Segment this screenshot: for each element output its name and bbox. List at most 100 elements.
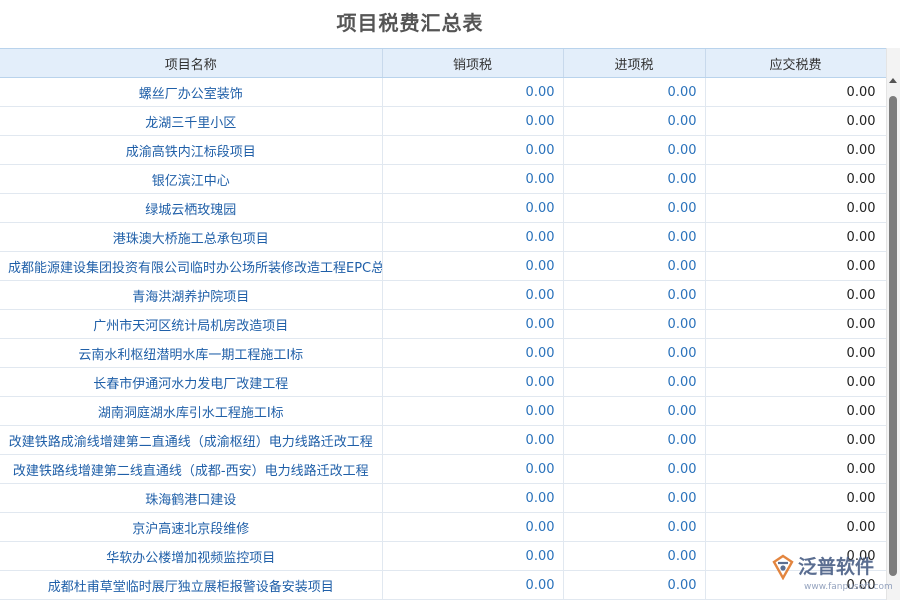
fanpu-logo-icon [770,554,796,580]
project-name-cell[interactable]: 华软办公楼增加视频监控项目 [0,542,382,571]
output-tax-cell: 0.00 [382,223,563,252]
vertical-scrollbar[interactable] [886,48,900,600]
column-header-project-name[interactable]: 项目名称 [0,49,382,78]
tax-payable-cell: 0.00 [705,455,886,484]
tax-payable-cell: 0.00 [705,484,886,513]
project-name-cell[interactable]: 港珠澳大桥施工总承包项目 [0,223,382,252]
table-row[interactable]: 珠海鹤港口建设0.000.000.00 [0,484,886,513]
input-tax-cell: 0.00 [563,165,705,194]
tax-payable-cell: 0.00 [705,136,886,165]
table-row[interactable]: 成都杜甫草堂临时展厅独立展柜报警设备安装项目0.000.000.00 [0,571,886,600]
output-tax-cell: 0.00 [382,368,563,397]
table-row[interactable]: 绿城云栖玫瑰园0.000.000.00 [0,194,886,223]
table-row[interactable]: 湖南洞庭湖水库引水工程施工I标0.000.000.00 [0,397,886,426]
input-tax-cell: 0.00 [563,78,705,107]
output-tax-cell: 0.00 [382,78,563,107]
tax-payable-cell: 0.00 [705,194,886,223]
tax-payable-cell: 0.00 [705,310,886,339]
input-tax-cell: 0.00 [563,194,705,223]
output-tax-cell: 0.00 [382,165,563,194]
page-title: 项目税费汇总表 [0,0,820,46]
project-name-cell[interactable]: 绿城云栖玫瑰园 [0,194,382,223]
report-page: 项目税费汇总表 项目名称 销项税 进项税 应交税费 螺丝厂办公室装饰0.000.… [0,0,900,600]
table-body: 螺丝厂办公室装饰0.000.000.00龙湖三千里小区0.000.000.00成… [0,78,886,600]
output-tax-cell: 0.00 [382,194,563,223]
output-tax-cell: 0.00 [382,339,563,368]
output-tax-cell: 0.00 [382,310,563,339]
input-tax-cell: 0.00 [563,281,705,310]
output-tax-cell: 0.00 [382,252,563,281]
project-name-cell[interactable]: 改建铁路线增建第二线直通线（成都-西安）电力线路迁改工程 [0,455,382,484]
output-tax-cell: 0.00 [382,484,563,513]
output-tax-cell: 0.00 [382,281,563,310]
table-header: 项目名称 销项税 进项税 应交税费 [0,49,886,78]
table-row[interactable]: 改建铁路线增建第二线直通线（成都-西安）电力线路迁改工程0.000.000.00 [0,455,886,484]
input-tax-cell: 0.00 [563,339,705,368]
project-name-cell[interactable]: 青海洪湖养护院项目 [0,281,382,310]
table-row[interactable]: 广州市天河区统计局机房改造项目0.000.000.00 [0,310,886,339]
input-tax-cell: 0.00 [563,397,705,426]
output-tax-cell: 0.00 [382,426,563,455]
table-row[interactable]: 京沪高速北京段维修0.000.000.00 [0,513,886,542]
input-tax-cell: 0.00 [563,136,705,165]
table-row[interactable]: 成都能源建设集团投资有限公司临时办公场所装修改造工程EPC总0.000.000.… [0,252,886,281]
input-tax-cell: 0.00 [563,252,705,281]
tax-summary-table: 项目名称 销项税 进项税 应交税费 螺丝厂办公室装饰0.000.000.00龙湖… [0,49,886,600]
table-row[interactable]: 港珠澳大桥施工总承包项目0.000.000.00 [0,223,886,252]
table-row[interactable]: 云南水利枢纽潜明水库一期工程施工I标0.000.000.00 [0,339,886,368]
output-tax-cell: 0.00 [382,455,563,484]
input-tax-cell: 0.00 [563,368,705,397]
tax-payable-cell: 0.00 [705,252,886,281]
watermark-url: www.fanpusoft.com [804,582,893,592]
table-row[interactable]: 长春市伊通河水力发电厂改建工程0.000.000.00 [0,368,886,397]
table-row[interactable]: 青海洪湖养护院项目0.000.000.00 [0,281,886,310]
output-tax-cell: 0.00 [382,397,563,426]
tax-payable-cell: 0.00 [705,513,886,542]
tax-payable-cell: 0.00 [705,368,886,397]
project-name-cell[interactable]: 螺丝厂办公室装饰 [0,78,382,107]
tax-payable-cell: 0.00 [705,426,886,455]
output-tax-cell: 0.00 [382,542,563,571]
table-row[interactable]: 成渝高铁内江标段项目0.000.000.00 [0,136,886,165]
project-name-cell[interactable]: 京沪高速北京段维修 [0,513,382,542]
input-tax-cell: 0.00 [563,426,705,455]
table-row[interactable]: 龙湖三千里小区0.000.000.00 [0,107,886,136]
watermark: 泛普软件 www.fanpusoft.com [770,550,895,598]
table-row[interactable]: 银亿滨江中心0.000.000.00 [0,165,886,194]
tax-payable-cell: 0.00 [705,339,886,368]
project-name-cell[interactable]: 珠海鹤港口建设 [0,484,382,513]
project-name-cell[interactable]: 长春市伊通河水力发电厂改建工程 [0,368,382,397]
tax-payable-cell: 0.00 [705,281,886,310]
input-tax-cell: 0.00 [563,310,705,339]
tax-payable-cell: 0.00 [705,107,886,136]
input-tax-cell: 0.00 [563,107,705,136]
project-name-cell[interactable]: 湖南洞庭湖水库引水工程施工I标 [0,397,382,426]
input-tax-cell: 0.00 [563,542,705,571]
project-name-cell[interactable]: 成渝高铁内江标段项目 [0,136,382,165]
column-header-tax-payable[interactable]: 应交税费 [705,49,886,78]
output-tax-cell: 0.00 [382,571,563,600]
table-row[interactable]: 改建铁路成渝线增建第二直通线（成渝枢纽）电力线路迁改工程0.000.000.00 [0,426,886,455]
project-name-cell[interactable]: 改建铁路成渝线增建第二直通线（成渝枢纽）电力线路迁改工程 [0,426,382,455]
scroll-up-arrow-icon[interactable] [889,78,897,83]
project-name-cell[interactable]: 成都能源建设集团投资有限公司临时办公场所装修改造工程EPC总 [0,252,382,281]
table-row[interactable]: 螺丝厂办公室装饰0.000.000.00 [0,78,886,107]
table-row[interactable]: 华软办公楼增加视频监控项目0.000.000.00 [0,542,886,571]
project-name-cell[interactable]: 成都杜甫草堂临时展厅独立展柜报警设备安装项目 [0,571,382,600]
watermark-brand: 泛普软件 [798,552,874,579]
input-tax-cell: 0.00 [563,571,705,600]
project-name-cell[interactable]: 云南水利枢纽潜明水库一期工程施工I标 [0,339,382,368]
project-name-cell[interactable]: 银亿滨江中心 [0,165,382,194]
scrollbar-thumb[interactable] [889,96,897,576]
project-name-cell[interactable]: 龙湖三千里小区 [0,107,382,136]
tax-payable-cell: 0.00 [705,165,886,194]
input-tax-cell: 0.00 [563,484,705,513]
output-tax-cell: 0.00 [382,107,563,136]
output-tax-cell: 0.00 [382,513,563,542]
tax-summary-grid: 项目名称 销项税 进项税 应交税费 螺丝厂办公室装饰0.000.000.00龙湖… [0,48,886,600]
column-header-output-tax[interactable]: 销项税 [382,49,563,78]
output-tax-cell: 0.00 [382,136,563,165]
project-name-cell[interactable]: 广州市天河区统计局机房改造项目 [0,310,382,339]
column-header-input-tax[interactable]: 进项税 [563,49,705,78]
tax-payable-cell: 0.00 [705,397,886,426]
